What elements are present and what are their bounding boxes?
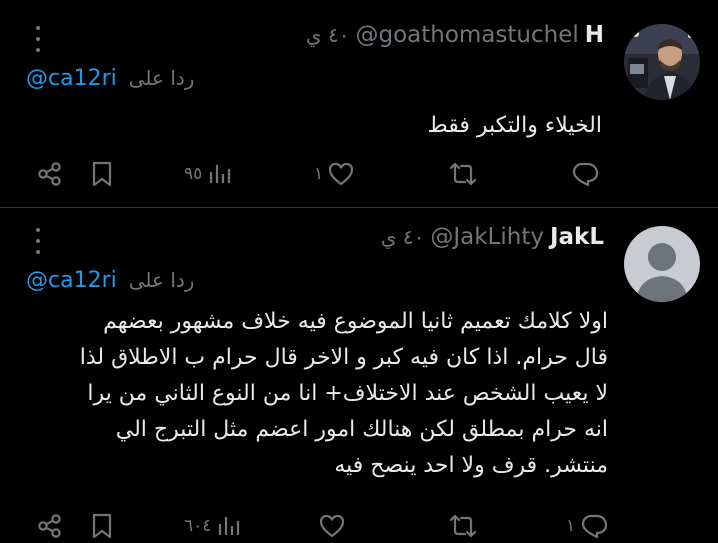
tweet-header: ٤٠ ي @JakLihty JakL [381, 224, 604, 256]
like-button[interactable]: ١ [314, 154, 355, 194]
display-name[interactable]: H [585, 22, 604, 48]
tweet-text-line: قال حرام. اذا كان فيه كبر و الاخر قال حر… [79, 345, 608, 370]
reply-to-label: ردا على [128, 66, 195, 90]
reply-icon [572, 162, 599, 187]
retweet-button[interactable] [448, 154, 482, 194]
replying-to: @ca12ri ردا على [26, 268, 194, 298]
reply-button[interactable] [566, 154, 600, 194]
action-bar: ٩٥ ١ [0, 154, 718, 194]
heart-icon [319, 514, 345, 538]
bookmark-button[interactable] [90, 506, 114, 543]
views-button[interactable]: ٦٠٤ [184, 506, 241, 543]
user-handle[interactable]: @JakLihty [430, 224, 544, 250]
tweet-text-line: لا يعيب الشخص عند الاختلاف+ انا من النوع… [87, 381, 608, 406]
avatar[interactable] [624, 226, 700, 302]
reply-to-handle[interactable]: @ca12ri [26, 268, 117, 293]
tweet[interactable]: ٤٠ ي @JakLihty JakL @ca12ri ردا على اولا… [0, 208, 718, 543]
replying-to: @ca12ri ردا على [26, 66, 194, 96]
more-options-icon[interactable] [30, 228, 46, 254]
action-bar: ٦٠٤ ١ [0, 506, 718, 543]
views-button[interactable]: ٩٥ [184, 154, 232, 194]
retweet-icon [449, 162, 477, 186]
tweet-header: ٤٠ ي @goathomastuchel H [306, 22, 604, 54]
heart-icon [329, 162, 354, 186]
user-handle[interactable]: @goathomastuchel [355, 22, 578, 48]
likes-count: ١ [314, 164, 324, 184]
share-button[interactable] [36, 154, 64, 194]
views-icon [210, 165, 231, 183]
timestamp: ٤٠ ي [305, 23, 350, 47]
bookmark-icon [92, 161, 112, 187]
views-count: ٦٠٤ [184, 516, 212, 536]
tweet-text-line: منتشر. قرف ولا احد ينصح فيه [334, 453, 608, 478]
like-button[interactable] [314, 506, 346, 543]
share-button[interactable] [36, 506, 64, 543]
tweet-text-line: الخيلاء والتكبر فقط [427, 113, 602, 138]
views-icon [219, 517, 240, 535]
share-icon [38, 514, 61, 538]
reply-icon [582, 514, 608, 539]
more-options-icon[interactable] [30, 26, 46, 52]
reply-to-handle[interactable]: @ca12ri [26, 66, 117, 91]
tweet[interactable]: ٤٠ ي @goathomastuchel H @ca12ri ردا على … [0, 0, 718, 207]
share-icon [38, 162, 61, 186]
retweet-icon [449, 514, 477, 538]
bookmark-icon [92, 513, 112, 539]
timestamp: ٤٠ ي [380, 225, 425, 249]
replies-count: ١ [566, 516, 576, 536]
avatar[interactable] [624, 24, 700, 100]
profile-photo-icon [624, 24, 700, 100]
display-name[interactable]: JakL [550, 224, 604, 250]
tweet-text-line: انه حرام بمطلق لكن هنالك امور اعضم مثل ا… [115, 417, 608, 442]
bookmark-button[interactable] [90, 154, 114, 194]
tweet-text: الخيلاء والتكبر فقط [427, 108, 602, 144]
reply-button[interactable]: ١ [566, 506, 609, 543]
views-count: ٩٥ [184, 164, 203, 184]
retweet-button[interactable] [448, 506, 482, 543]
default-avatar-icon [624, 226, 700, 302]
tweet-text-line: اولا كلامك تعميم ثانيا الموضوع فيه خلاف … [103, 309, 608, 334]
tweet-text: اولا كلامك تعميم ثانيا الموضوع فيه خلاف … [14, 304, 608, 484]
reply-to-label: ردا على [128, 268, 195, 292]
